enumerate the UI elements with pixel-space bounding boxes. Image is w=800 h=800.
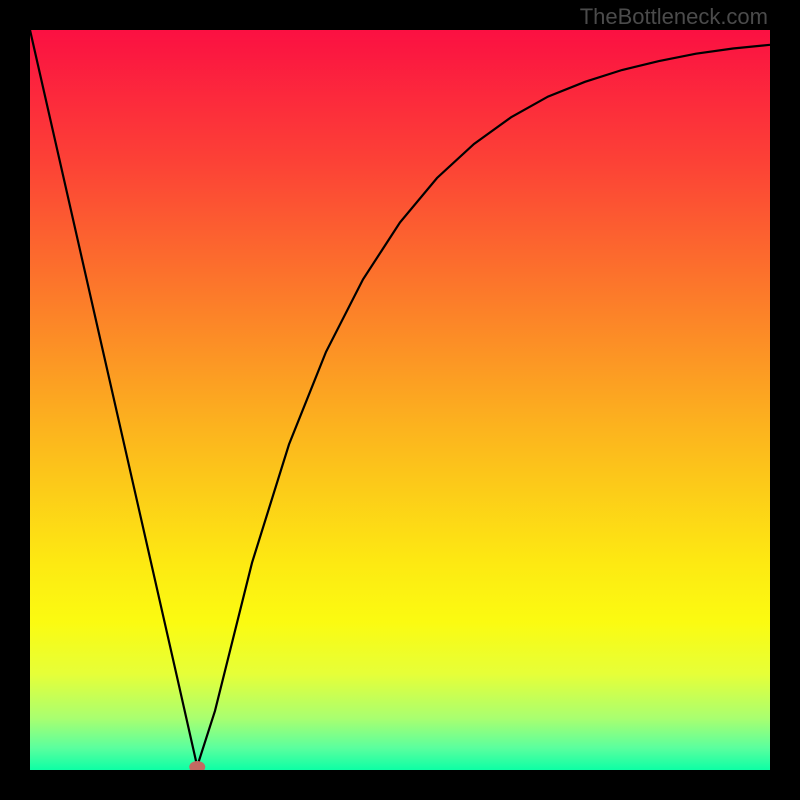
chart-svg: [30, 30, 770, 770]
plot-area: [30, 30, 770, 770]
watermark-text: TheBottleneck.com: [580, 4, 768, 30]
chart-container: TheBottleneck.com: [0, 0, 800, 800]
gradient-background: [30, 30, 770, 770]
